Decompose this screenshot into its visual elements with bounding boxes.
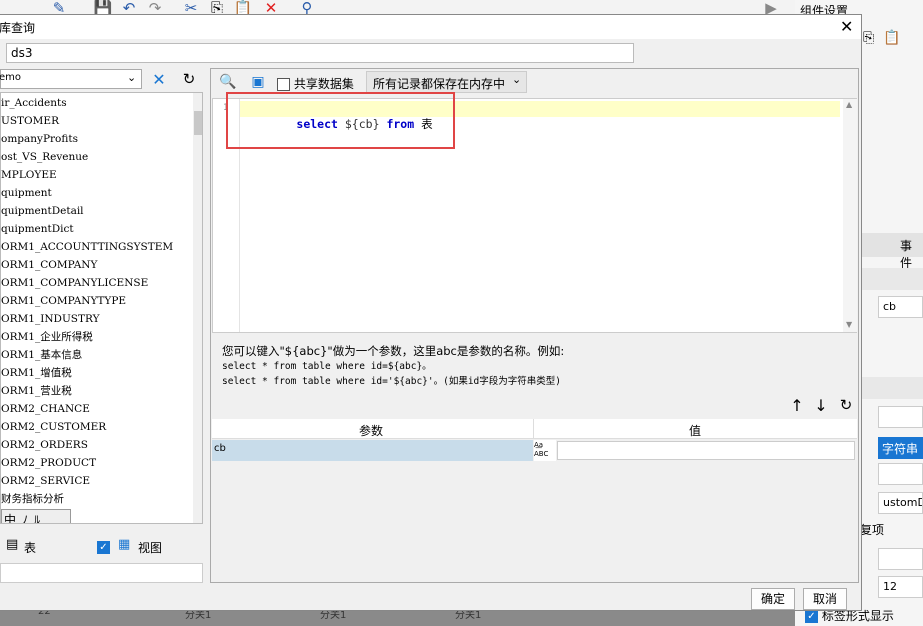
table-list-items: ir_Accidents USTOMER ompanyProfits ost_VS_R…: [1, 94, 193, 508]
list-item[interactable]: ORM2_CHANCE: [1, 400, 193, 418]
share-checkbox[interactable]: [277, 78, 290, 91]
params-header: 参数 值: [212, 419, 857, 439]
string-type-chip[interactable]: 字符串: [878, 437, 923, 459]
close-icon[interactable]: ✕: [840, 17, 853, 36]
dialog-title-bar: 库查询 ✕: [0, 15, 861, 39]
table-filter-row: ▤ 表 ✓ ▦ 视图: [0, 535, 203, 559]
list-item[interactable]: ORM2_CUSTOMER: [1, 418, 193, 436]
move-down-icon[interactable]: ↓: [810, 394, 832, 416]
save-query-icon[interactable]: ▣: [247, 71, 269, 93]
list-item[interactable]: ORM1_企业所得税: [1, 328, 193, 346]
hint-line: select * from table where id='${abc}'。(如…: [222, 376, 561, 387]
list-item[interactable]: ORM1_COMPANYTYPE: [1, 292, 193, 310]
right-field-3[interactable]: [878, 548, 923, 570]
param-value-input[interactable]: [557, 441, 855, 460]
view-filter-label[interactable]: 视图: [138, 539, 162, 556]
list-item[interactable]: quipmentDetail: [1, 202, 193, 220]
share-dataset-toggle[interactable]: 共享数据集: [277, 75, 354, 92]
list-item[interactable]: ORM1_增值税: [1, 364, 193, 382]
chevron-down-icon: ⌄: [512, 73, 522, 86]
list-item[interactable]: ORM2_PRODUCT: [1, 454, 193, 472]
label-display-checkbox[interactable]: ✓: [805, 610, 818, 623]
editor-scrollbar[interactable]: ▲ ▼: [843, 99, 857, 332]
list-item[interactable]: ost_VS_Revenue: [1, 148, 193, 166]
dialog-title: 库查询: [0, 21, 36, 35]
param-type-icon[interactable]: A͟a ABC: [534, 440, 556, 461]
right-field-1[interactable]: [878, 406, 923, 428]
background-sheet: 22 分关1 分关1 分关1: [0, 606, 795, 626]
chevron-down-icon: ⌄: [127, 71, 137, 84]
ime-char: ﾉ: [22, 512, 29, 524]
col-param-header: 参数: [359, 424, 384, 438]
list-item[interactable]: quipment: [1, 184, 193, 202]
ok-button[interactable]: 确定: [751, 588, 795, 610]
hint-text: 您可以键入"${abc}"做为一个参数，这里abc是参数的名称。例如: sele…: [222, 344, 564, 389]
table-list[interactable]: ir_Accidents USTOMER ompanyProfits ost_VS_R…: [0, 92, 203, 524]
header-divider: [533, 419, 534, 439]
connection-settings-icon[interactable]: ✕: [148, 68, 170, 90]
memory-mode-select[interactable]: 所有记录都保存在内存中 ⌄: [366, 71, 527, 93]
ime-char: 中: [4, 512, 17, 524]
move-up-icon[interactable]: ↑: [786, 394, 808, 416]
table-search-input[interactable]: [0, 563, 203, 583]
list-scrollbar[interactable]: [193, 93, 202, 523]
list-item[interactable]: ORM1_COMPANY: [1, 256, 193, 274]
custom-field[interactable]: ustomD: [878, 492, 923, 514]
required-label: 复项: [860, 523, 885, 537]
list-item[interactable]: ORM1_ACCOUNTTINGSYSTEM: [1, 238, 193, 256]
datasource-value: emo: [0, 72, 22, 83]
list-item[interactable]: ORM2_ORDERS: [1, 436, 193, 454]
annotation-highlight-box: [226, 92, 455, 149]
right-copy-icon[interactable]: ⎘: [863, 30, 874, 46]
list-item[interactable]: quipmentDict: [1, 220, 193, 238]
table-row[interactable]: cb A͟a ABC: [212, 440, 857, 461]
view-icon: ▦: [118, 537, 131, 552]
ime-char: ﾙ: [34, 512, 41, 524]
cancel-button[interactable]: 取消: [803, 588, 847, 610]
memory-mode-value: 所有记录都保存在内存中: [373, 77, 506, 91]
hint-line: select * from table where id=${abc}。: [222, 361, 432, 372]
param-name-cell[interactable]: cb: [212, 440, 533, 461]
col-value-header: 值: [689, 424, 702, 438]
datasource-select[interactable]: emo ⌄: [0, 69, 142, 89]
dataset-name-field[interactable]: ds3: [6, 43, 634, 63]
editor-panel: 🔍 ▣ 共享数据集 所有记录都保存在内存中 ⌄ 1 select ${cb} f…: [210, 68, 859, 583]
preview-icon[interactable]: 🔍: [217, 71, 239, 93]
widget-name-field[interactable]: cb: [878, 296, 923, 318]
right-field-2[interactable]: [878, 463, 923, 485]
params-table: 参数 值 cb A͟a ABC: [212, 419, 857, 581]
scroll-down-icon[interactable]: ▼: [846, 320, 852, 329]
list-item[interactable]: ORM2_SERVICE: [1, 472, 193, 490]
list-item[interactable]: ompanyProfits: [1, 130, 193, 148]
list-item[interactable]: ir_Accidents: [1, 94, 193, 112]
ime-toolbar[interactable]: 中 ﾉ ﾙ: [1, 509, 71, 524]
scroll-up-icon[interactable]: ▲: [846, 100, 852, 109]
list-item[interactable]: ORM1_COMPANYLICENSE: [1, 274, 193, 292]
list-item[interactable]: ORM1_基本信息: [1, 346, 193, 364]
table-filter-label[interactable]: 表: [24, 539, 36, 556]
hint-line: 您可以键入"${abc}"做为一个参数，这里abc是参数的名称。例如:: [222, 344, 565, 358]
list-item[interactable]: 财务指标分析: [1, 490, 193, 508]
list-scroll-thumb[interactable]: [194, 111, 202, 135]
refresh-icon[interactable]: ↻: [178, 68, 200, 90]
tab-events[interactable]: 事件: [900, 237, 923, 271]
share-label: 共享数据集: [293, 77, 354, 91]
list-item[interactable]: ORM1_INDUSTRY: [1, 310, 193, 328]
query-dialog: 库查询 ✕ ds3 emo ⌄ ✕ ↻ ir_Accidents USTOMER o…: [0, 14, 862, 611]
right-paste-icon[interactable]: 📋: [883, 30, 900, 46]
refresh-params-icon[interactable]: ↻: [835, 394, 857, 416]
label-display-text: 标签形式显示: [821, 609, 894, 623]
list-item[interactable]: ORM1_营业税: [1, 382, 193, 400]
list-item[interactable]: MPLOYEE: [1, 166, 193, 184]
list-item[interactable]: USTOMER: [1, 112, 193, 130]
table-icon: ▤: [6, 537, 19, 552]
font-size-field[interactable]: 12: [878, 576, 923, 598]
view-checkbox[interactable]: ✓: [97, 541, 110, 554]
